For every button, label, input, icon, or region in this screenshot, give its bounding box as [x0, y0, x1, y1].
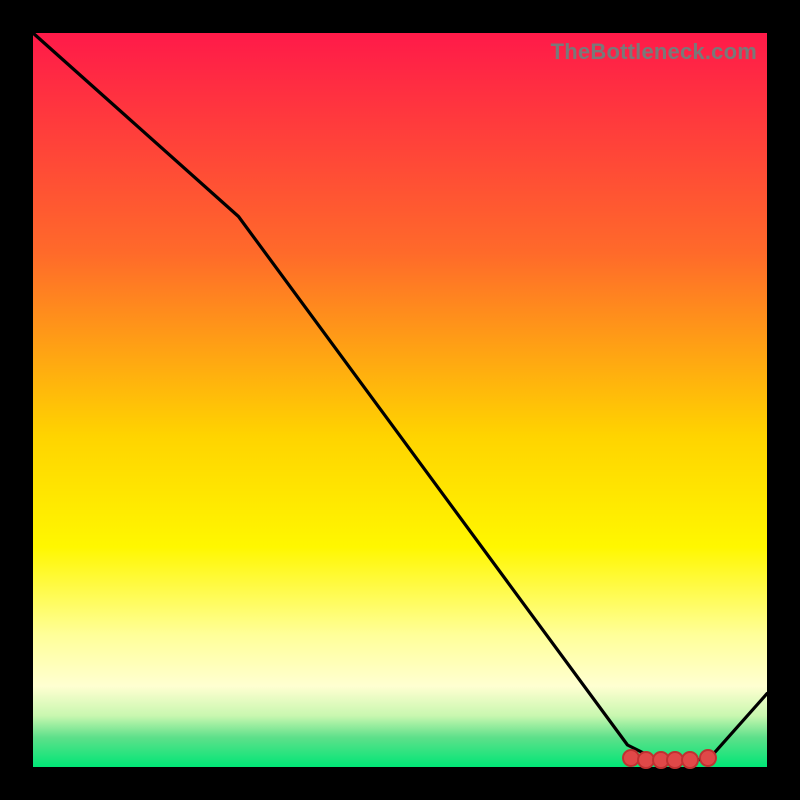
chart-frame: TheBottleneck.com: [0, 0, 800, 800]
optimal-marker: [699, 749, 717, 767]
optimal-marker: [681, 751, 699, 769]
bottleneck-curve: [33, 33, 767, 767]
chart-plot-area: TheBottleneck.com: [33, 33, 767, 767]
curve-path: [33, 33, 767, 760]
